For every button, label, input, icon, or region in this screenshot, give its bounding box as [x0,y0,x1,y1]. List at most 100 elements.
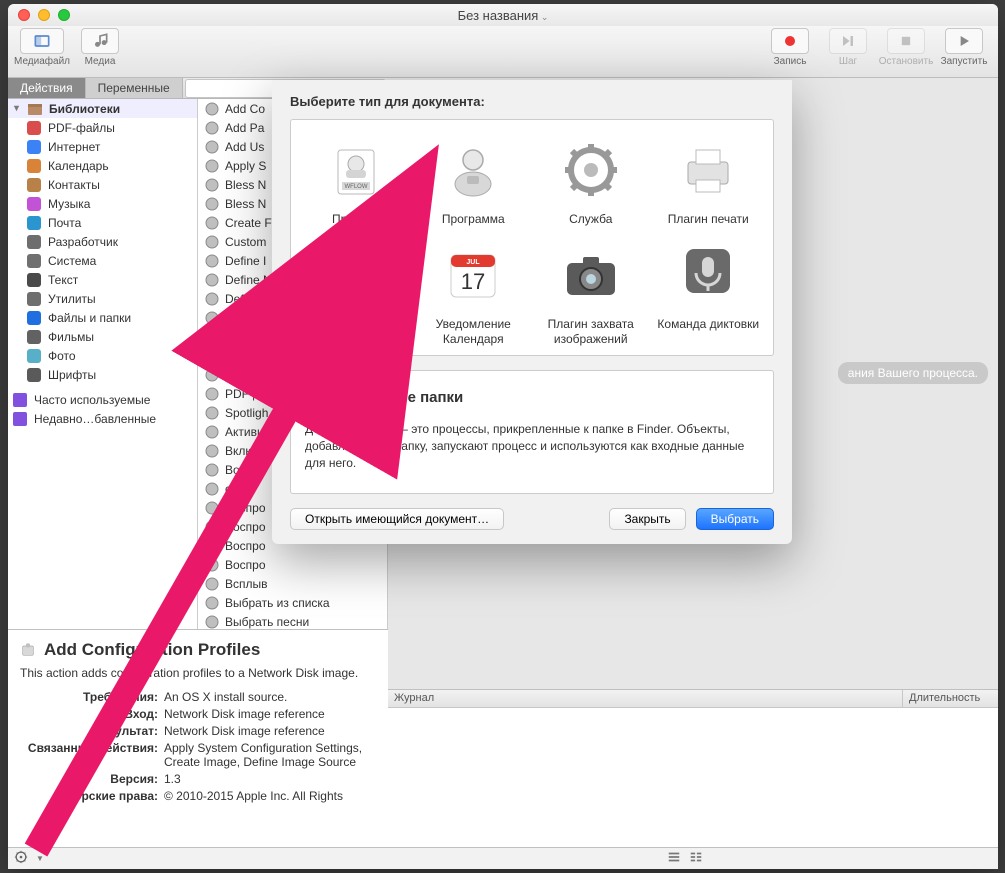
type-label: Уведомление Календаря [418,317,528,347]
action-item[interactable]: Выбрать песни [198,612,387,629]
workflow-icon: WFLOW [318,132,394,208]
journal-body [388,708,998,847]
info-value: © 2010-2015 Apple Inc. All Rights [164,789,376,803]
type-grid: WFLOWПроцесс Программа Служба Плагин печати… [290,119,774,356]
action-label: Включи [225,444,267,458]
stop-button[interactable]: Остановить [882,28,930,67]
sidebar-item[interactable]: Текст [8,270,197,289]
action-icon [204,101,220,117]
step-label: Шаг [839,56,857,67]
sidebar-item-label: Часто используемые [34,393,150,407]
mediafile-button[interactable]: Медиафайл [18,28,66,67]
sidebar-item[interactable]: Система [8,251,197,270]
action-icon [204,177,220,193]
type-label: Действие папки [305,317,407,334]
type-label: Программа [442,212,505,227]
choose-button[interactable]: Выбрать [696,508,774,530]
sidebar-library[interactable]: Библиотеки PDF-файлы Интернет КалендарьКон… [8,99,198,629]
view-columns-icon[interactable] [689,850,703,867]
action-label: Add Co [225,102,265,116]
sheet-prompt: Выберите тип для документа: [290,94,774,109]
step-button[interactable]: Шаг [824,28,872,67]
sidebar-item[interactable]: Шрифты [8,365,197,384]
sidebar-item[interactable]: Файлы и папки [8,308,197,327]
close-button[interactable]: Закрыть [609,508,685,530]
type-print-plugin[interactable]: Плагин печати [650,132,768,227]
sidebar-root-libraries[interactable]: Библиотеки [8,99,197,118]
open-existing-button[interactable]: Открыть имеющийся документ… [290,508,504,530]
media-button[interactable]: Медиа [76,28,124,67]
action-label: Custom [225,235,266,249]
type-image-capture[interactable]: Плагин захвата изображений [532,237,650,347]
action-icon [204,310,220,326]
gear-icon[interactable] [14,850,28,867]
action-label: Filter Co [225,349,270,363]
sidebar-item-label: Интернет [48,140,100,154]
sidebar-item[interactable]: Фото [8,346,197,365]
dictation-icon [670,237,746,313]
sidebar-item-label: Недавно…бавленные [34,412,156,426]
minimize-window-button[interactable] [38,9,50,21]
sidebar-item[interactable]: PDF-файлы [8,118,197,137]
category-icon [26,272,42,288]
library-icon [27,101,43,117]
action-item[interactable]: Воспро [198,555,387,574]
action-label: Bless N [225,197,266,211]
maximize-window-button[interactable] [58,9,70,21]
stop-icon [887,28,925,54]
view-list-icon[interactable] [667,850,681,867]
stop-label: Остановить [879,56,934,67]
sidebar-item[interactable]: Календарь [8,156,197,175]
sidebar-item[interactable]: Контакты [8,175,197,194]
type-label: Плагин печати [668,212,749,227]
close-window-button[interactable] [18,9,30,21]
titlebar[interactable]: Без названия [8,4,998,26]
action-icon [204,158,220,174]
journal-col-journal[interactable]: Журнал [388,690,903,707]
type-service[interactable]: Служба [532,132,650,227]
sidebar-smart-item[interactable]: Часто используемые [8,390,197,409]
action-label: Воспро [225,539,266,553]
action-item[interactable]: Выбрать из списка [198,593,387,612]
sidebar-smart-item[interactable]: Недавно…бавленные [8,409,197,428]
type-folder-action[interactable]: Действие папки [297,237,415,347]
mediafile-label: Медиафайл [14,56,70,67]
step-icon [829,28,867,54]
sidebar-item-label: Текст [48,273,78,287]
action-icon [204,215,220,231]
service-icon [553,132,629,208]
record-button[interactable]: Запись [766,28,814,67]
type-dictation[interactable]: Команда диктовки [650,237,768,347]
window-title[interactable]: Без названия [8,8,998,23]
action-label: Add Us [225,140,264,154]
type-label: Плагин захвата изображений [536,317,646,347]
action-icon [204,291,220,307]
sidebar-item-label: Музыка [48,197,90,211]
sidebar-item-label: Разработчик [48,235,118,249]
journal-col-duration[interactable]: Длительность [903,690,998,707]
run-button[interactable]: Запустить [940,28,988,67]
sidebar-item[interactable]: Фильмы [8,327,197,346]
sidebar-item[interactable]: Утилиты [8,289,197,308]
action-item[interactable]: Всплыв [198,574,387,593]
action-icon [204,557,220,573]
tab-variables[interactable]: Переменные [86,78,183,98]
action-label: Define N [225,292,272,306]
tab-actions[interactable]: Действия [8,78,86,98]
sidebar-item[interactable]: Музыка [8,194,197,213]
sidebar-item[interactable]: Разработчик [8,232,197,251]
type-calendar-alarm[interactable]: JUL17Уведомление Календаря [415,237,533,347]
action-icon [204,481,220,497]
action-label: Bless N [225,178,266,192]
category-icon [26,177,42,193]
category-icon [26,310,42,326]
smart-icon [12,411,28,427]
type-application[interactable]: Программа [415,132,533,227]
type-workflow[interactable]: WFLOWПроцесс [297,132,415,227]
action-label: Define I [225,254,266,268]
mediafile-icon [20,28,64,54]
print-plugin-icon [670,132,746,208]
action-icon [204,405,220,421]
sidebar-item[interactable]: Интернет [8,137,197,156]
sidebar-item[interactable]: Почта [8,213,197,232]
